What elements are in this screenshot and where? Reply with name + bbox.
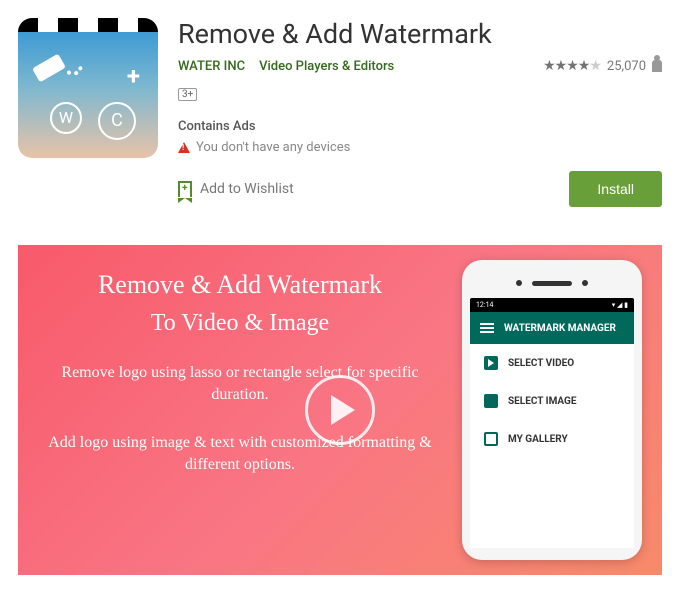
hamburger-icon bbox=[480, 323, 494, 333]
wishlist-label: Add to Wishlist bbox=[200, 181, 294, 197]
menu-select-image: SELECT IMAGE bbox=[470, 382, 634, 420]
wishlist-button[interactable]: + Add to Wishlist bbox=[178, 181, 294, 197]
device-warning: You don't have any devices bbox=[196, 140, 350, 155]
promo-banner[interactable]: Remove & Add Watermark To Video & Image … bbox=[18, 245, 662, 575]
promo-title-1: Remove & Add Watermark bbox=[28, 270, 452, 300]
content-rating-badge[interactable]: 3+ bbox=[178, 88, 197, 101]
play-icon[interactable] bbox=[305, 375, 375, 445]
phone-time: 12:14 bbox=[476, 301, 493, 309]
image-icon bbox=[484, 394, 498, 408]
c-icon: C bbox=[98, 102, 136, 140]
stars-icon: ★★★★★ bbox=[543, 58, 601, 74]
category-link[interactable]: Video Players & Editors bbox=[259, 59, 394, 74]
developer-link[interactable]: WATER INC bbox=[178, 59, 245, 74]
menu-my-gallery: MY GALLERY bbox=[470, 420, 634, 458]
warning-icon bbox=[178, 142, 190, 153]
phone-app-title: WATERMARK MANAGER bbox=[504, 323, 616, 334]
video-icon bbox=[484, 356, 498, 370]
promo-title-2: To Video & Image bbox=[28, 310, 452, 337]
people-icon bbox=[652, 60, 662, 72]
promo-desc-1: Remove logo using lasso or rectangle sel… bbox=[28, 362, 452, 407]
install-button[interactable]: Install bbox=[569, 171, 662, 207]
promo-desc-2: Add logo using image & text with customi… bbox=[28, 432, 452, 477]
gallery-icon bbox=[484, 432, 498, 446]
rating-count: 25,070 bbox=[607, 59, 646, 74]
w-icon: W bbox=[50, 102, 82, 134]
app-title: Remove & Add Watermark bbox=[178, 18, 662, 50]
plus-icon: + bbox=[127, 62, 140, 90]
menu-select-video: SELECT VIDEO bbox=[470, 344, 634, 382]
rating[interactable]: ★★★★★ 25,070 bbox=[543, 58, 662, 74]
contains-ads-label: Contains Ads bbox=[178, 119, 662, 134]
phone-status-icons: ▾ ◢ ▮ bbox=[612, 301, 628, 309]
phone-mockup: 12:14 ▾ ◢ ▮ WATERMARK MANAGER SELECT VID… bbox=[462, 260, 642, 560]
bookmark-add-icon: + bbox=[178, 181, 192, 197]
app-icon[interactable]: + W C bbox=[18, 18, 158, 158]
